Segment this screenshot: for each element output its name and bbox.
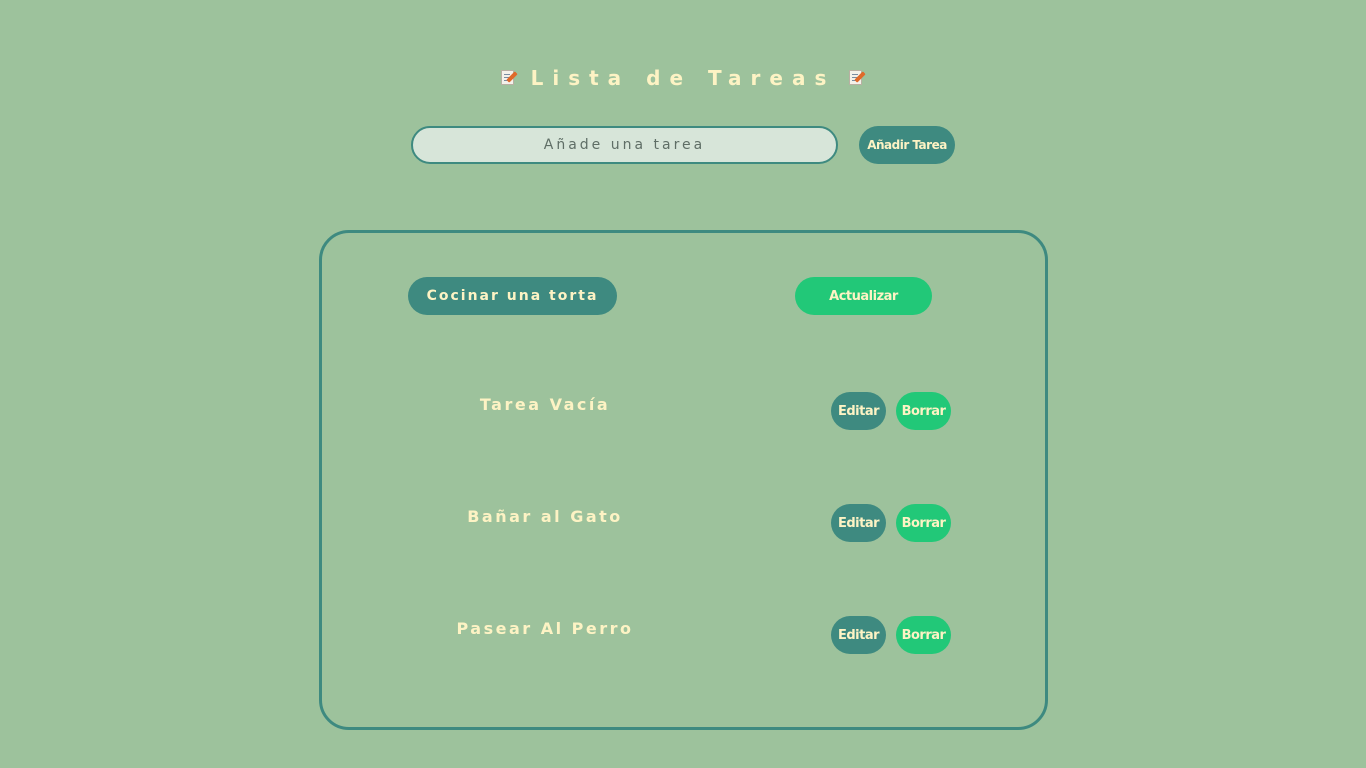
- new-task-input[interactable]: [411, 126, 838, 164]
- memo-icon: [849, 69, 867, 86]
- memo-icon: [500, 69, 518, 86]
- task-text: Tarea Vacía: [479, 395, 611, 414]
- task-text: Pasear Al Perro: [456, 619, 634, 638]
- edit-button[interactable]: Editar: [831, 392, 886, 430]
- delete-button[interactable]: Borrar: [896, 616, 951, 654]
- task-text: Bañar al Gato: [467, 507, 623, 526]
- edit-button[interactable]: Editar: [831, 616, 886, 654]
- edit-task-input[interactable]: [408, 277, 617, 315]
- page: Lista de Tareas Añadir Tarea Actualizar …: [0, 0, 1366, 768]
- delete-button[interactable]: Borrar: [896, 392, 951, 430]
- edit-button[interactable]: Editar: [831, 504, 886, 542]
- page-title: Lista de Tareas: [0, 66, 1366, 90]
- update-task-button[interactable]: Actualizar: [795, 277, 932, 315]
- delete-button[interactable]: Borrar: [896, 504, 951, 542]
- add-task-button[interactable]: Añadir Tarea: [859, 126, 955, 164]
- page-title-text: Lista de Tareas: [530, 66, 836, 90]
